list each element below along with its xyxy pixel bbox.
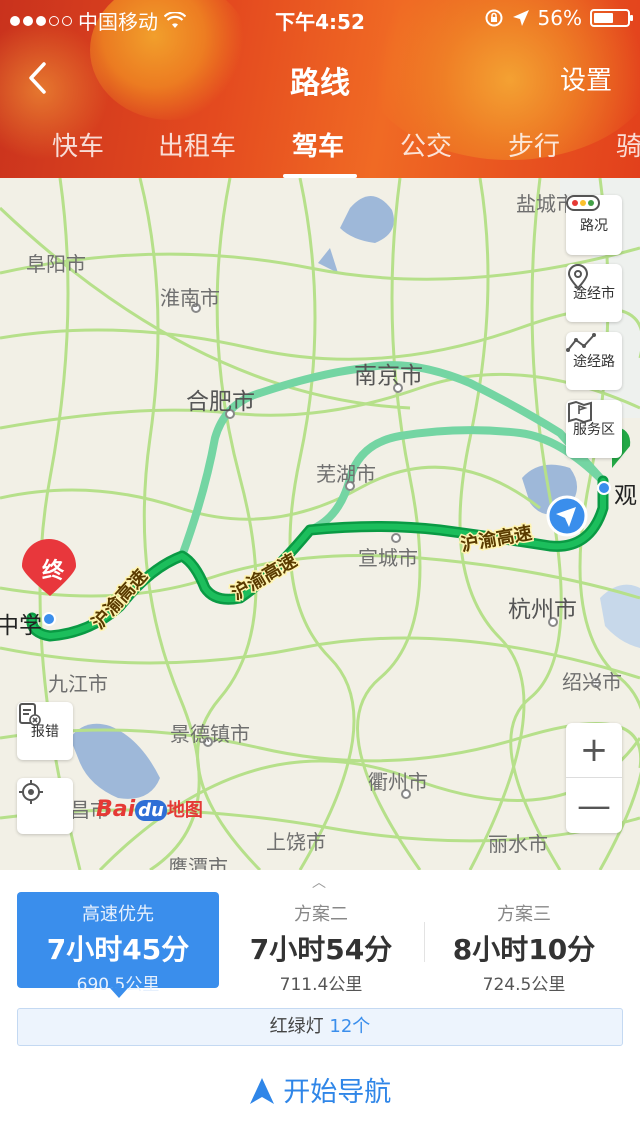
map-canvas: 沪渝高速 沪渝高速 沪渝高速 (0, 178, 640, 870)
traffic-label: 路况 (580, 218, 608, 234)
navigation-arrow-icon (249, 1078, 274, 1104)
plan-option-3[interactable]: 方案三 8小时10分 724.5公里 (423, 892, 625, 995)
plan-distance: 724.5公里 (482, 975, 566, 995)
battery-percent: 56% (537, 6, 582, 30)
service-area-button[interactable]: 服务区 (566, 400, 622, 458)
destination-label: 中学 (0, 613, 42, 639)
highway-label: 沪渝高速 (459, 522, 534, 556)
lake (340, 195, 394, 243)
city-label: 南京市 (354, 363, 423, 389)
plan-distance: 690.5公里 (76, 975, 160, 995)
city-label: 鹰潭市 (168, 855, 228, 870)
chevron-up-icon[interactable]: ︿ (312, 872, 326, 892)
plan-time: 8小时10分 (452, 933, 596, 966)
highway-label: 沪渝高速 (87, 565, 152, 633)
city-label: 阜阳市 (26, 252, 86, 276)
plan-distance: 711.4公里 (279, 975, 363, 995)
start-navigation-label: 开始导航 (283, 1077, 392, 1108)
traffic-button[interactable]: 路况 (566, 195, 622, 255)
highway-label: 沪渝高速 (228, 549, 301, 604)
settings-button[interactable]: 设置 (560, 60, 612, 97)
report-icon (19, 703, 41, 726)
tab-taxi[interactable]: 出租车 (158, 126, 236, 163)
tab-express[interactable]: 快车 (52, 126, 104, 163)
map-pin-icon (567, 264, 589, 290)
poyang-lake (70, 723, 160, 799)
city-label: 九江市 (48, 672, 108, 696)
report-error-button[interactable]: 报错 (17, 702, 73, 760)
zoom-control: + — (566, 723, 622, 833)
transport-tabs: 快车 出租车 驾车 公交 步行 骑 (0, 120, 640, 178)
start-navigation-button[interactable]: 开始导航 (0, 1070, 640, 1109)
zoom-out-button[interactable]: — (566, 778, 622, 833)
traffic-lights-count: 12个 (329, 1016, 371, 1037)
tab-transit[interactable]: 公交 (400, 126, 452, 163)
plan-label: 方案二 (294, 904, 348, 925)
header: 中国移动 下午4:52 56% 路线 设置 快车 出租车 驾车 公交 步行 骑 (0, 0, 640, 178)
tab-bike[interactable]: 骑 (616, 126, 640, 163)
map-view[interactable]: 沪渝高速 沪渝高速 沪渝高速 终 盐城市 阜阳市 淮南市 合肥市 南京市 芜湖市… (0, 178, 640, 870)
city-label: 上饶市 (266, 830, 326, 854)
plan-label: 方案三 (497, 904, 551, 925)
navbar: 路线 设置 (0, 50, 640, 106)
origin-label: 观 (614, 483, 637, 509)
locate-icon (19, 780, 43, 804)
route-line-icon (566, 333, 596, 352)
plan-label: 高速优先 (82, 904, 154, 925)
zoom-in-button[interactable]: + (566, 723, 622, 778)
locate-button[interactable] (17, 778, 73, 834)
city-label: 衢州市 (368, 770, 428, 794)
city-label: 淮南市 (160, 286, 220, 310)
tab-walk[interactable]: 步行 (508, 126, 560, 163)
city-label: 宣城市 (358, 546, 418, 570)
location-arrow-icon (512, 10, 529, 26)
end-marker-label: 终 (42, 559, 65, 584)
plan-time: 7小时45分 (46, 933, 190, 966)
city-label: 杭州市 (508, 597, 577, 623)
traffic-lights-bar: 红绿灯 12个 (17, 1008, 623, 1046)
city-label: 绍兴市 (562, 670, 622, 694)
battery-icon (590, 9, 633, 27)
flag-map-icon (568, 400, 592, 424)
traffic-light-icon (566, 195, 600, 211)
tab-drive[interactable]: 驾车 (292, 126, 344, 163)
plan-option-1[interactable]: 高速优先 7小时45分 690.5公里 (17, 892, 219, 998)
route-panel: ︿ 高速优先 7小时45分 690.5公里 方案二 7小时54分 711.4公里… (0, 870, 640, 1138)
page-title: 路线 (290, 66, 350, 101)
plan-option-2[interactable]: 方案二 7小时54分 711.4公里 (220, 892, 422, 995)
plan-time: 7小时54分 (249, 933, 393, 966)
city-label: 丽水市 (488, 832, 548, 856)
city-label: 芜湖市 (316, 462, 376, 486)
bay (600, 584, 640, 648)
city-label: 景德镇市 (170, 722, 250, 746)
status-bar: 中国移动 下午4:52 56% (0, 0, 640, 36)
city-label: 合肥市 (186, 389, 255, 415)
via-road-button[interactable]: 途经路 (566, 332, 622, 390)
via-city-button[interactable]: 途经市 (566, 264, 622, 322)
via-road-label: 途经路 (573, 354, 615, 370)
traffic-lights-label: 红绿灯 (269, 1016, 324, 1037)
orientation-lock-icon (485, 9, 503, 27)
baidu-map-logo: Bai du 地图 (96, 797, 203, 822)
